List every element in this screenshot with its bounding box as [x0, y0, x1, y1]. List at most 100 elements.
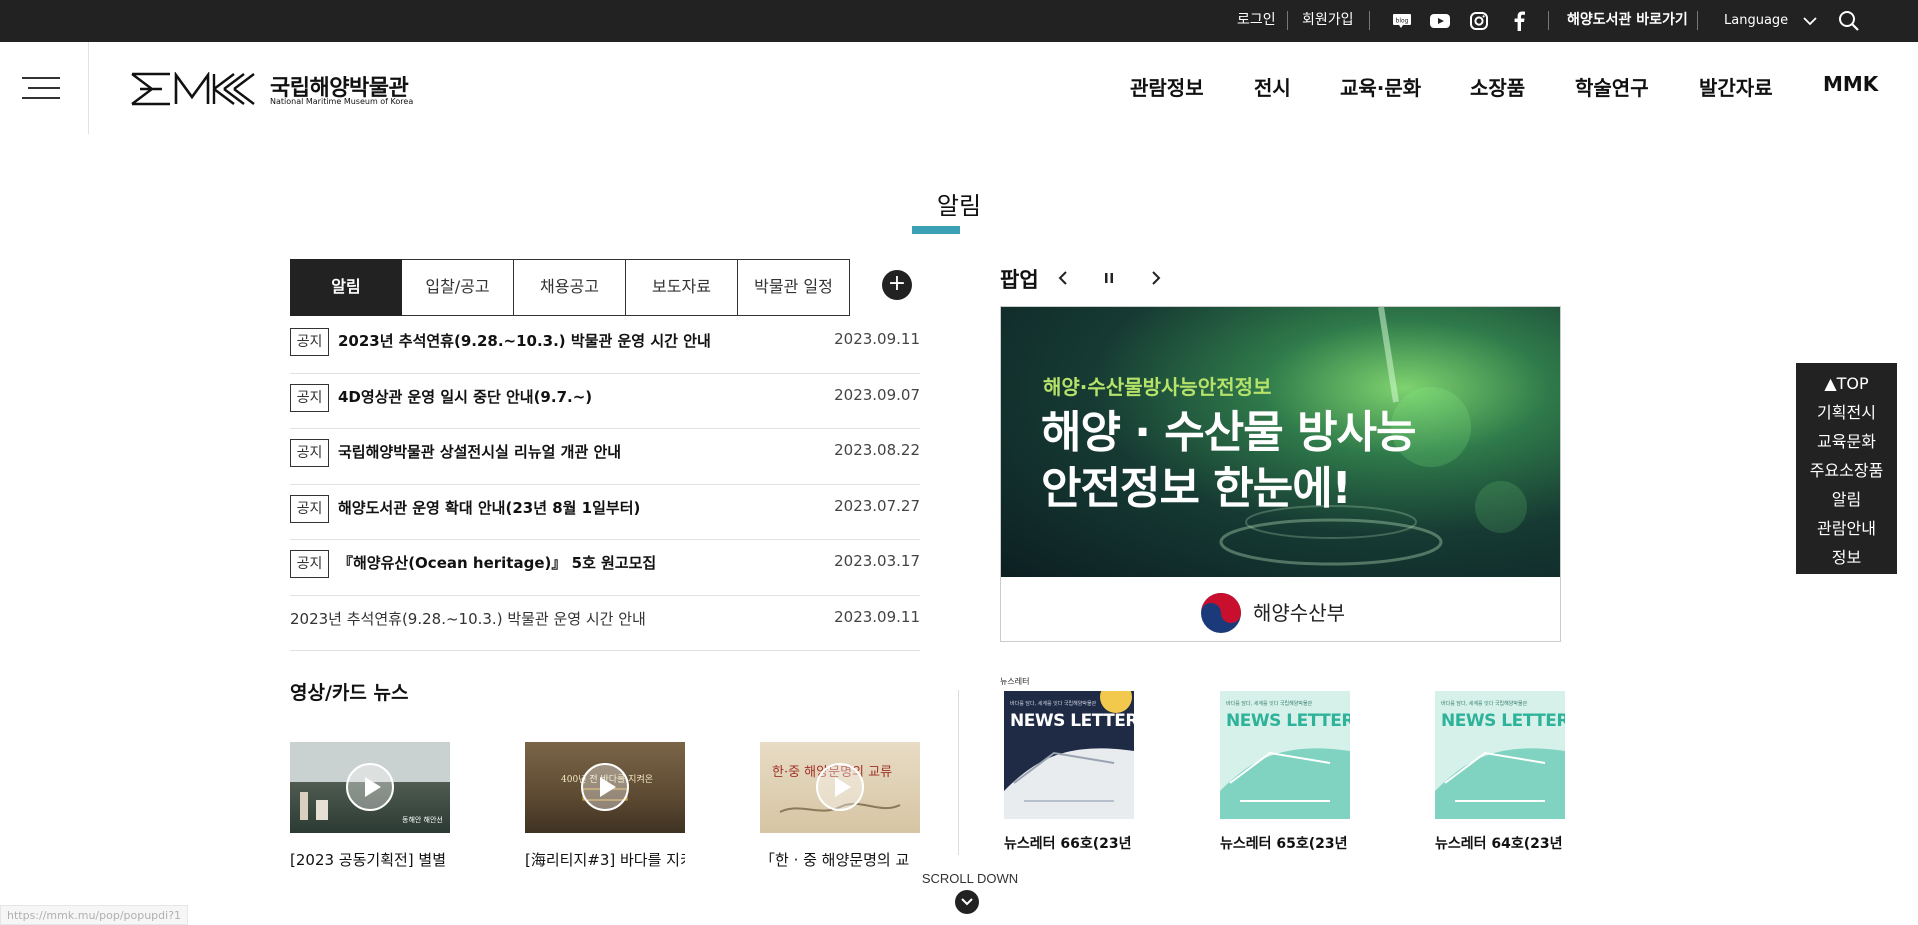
quick-item-info[interactable]: 정보	[1796, 543, 1897, 572]
chevron-left-icon[interactable]	[1051, 266, 1075, 290]
museum-building-art	[1220, 748, 1350, 819]
popup-label: 팝업	[1000, 268, 1039, 292]
tab-schedule[interactable]: 박물관 일정	[738, 259, 850, 316]
banner-line-1: 해양 · 수산물 방사능	[1041, 407, 1417, 458]
tab-press[interactable]: 보도자료	[626, 259, 738, 316]
popup-banner[interactable]: 해양·수산물방사능안전정보 해양 · 수산물 방사능 안전정보 한눈에! 해양수…	[1000, 306, 1561, 642]
login-link[interactable]: 로그인	[1237, 0, 1276, 42]
divider	[1287, 11, 1288, 30]
nav-education-culture[interactable]: 교육·문화	[1340, 72, 1421, 101]
youtube-icon[interactable]	[1429, 10, 1451, 32]
nav-collection[interactable]: 소장품	[1470, 72, 1525, 101]
notice-badge: 공지	[290, 328, 329, 356]
museum-building-art	[1004, 691, 1134, 819]
notice-badge: 공지	[290, 550, 329, 578]
notice-badge: 공지	[290, 439, 329, 467]
notice-title[interactable]: 2023년 추석연휴(9.28.~10.3.) 박물관 운영 시간 안내	[338, 330, 711, 351]
divider	[1369, 11, 1370, 30]
site-logo[interactable]: 국립해양박물관 National Maritime Museum of Kore…	[130, 70, 413, 110]
quick-menu: ▲TOP 기획전시 교육문화 주요소장품 알림 관람안내 정보	[1796, 363, 1897, 574]
quick-item-special-exhibition[interactable]: 기획전시	[1796, 398, 1897, 427]
play-icon[interactable]	[816, 763, 864, 811]
header-divider	[88, 42, 89, 134]
notice-badge: 공지	[290, 494, 329, 523]
more-button[interactable]: +	[882, 270, 912, 300]
nav-visit-info[interactable]: 관람정보	[1130, 72, 1204, 101]
notice-badge: 공지	[290, 383, 329, 412]
svg-text:동해안 해안선: 동해안 해안선	[402, 815, 443, 824]
notice-list: 공지 2023년 추석연휴(9.28.~10.3.) 박물관 운영 시간 안내 …	[290, 318, 920, 651]
newsletter-caption[interactable]: 뉴스레터 64호(23년	[1435, 833, 1565, 853]
search-icon[interactable]	[1838, 10, 1860, 32]
divider	[1548, 11, 1549, 30]
language-select[interactable]: Language	[1724, 0, 1788, 42]
notice-title[interactable]: 국립해양박물관 상설전시실 리뉴얼 개관 안내	[338, 441, 621, 462]
chevron-right-icon[interactable]	[1144, 266, 1168, 290]
page-title: 알림	[936, 192, 982, 220]
video-thumbnail: 400년 전 바다를 지켜온	[525, 742, 685, 833]
newsletter-card[interactable]: 바다를 담다, 세계를 잇다 국립해양박물관 NEWS LETTER 뉴스레터 …	[1004, 691, 1134, 853]
svg-text:blog: blog	[1396, 18, 1409, 25]
video-card[interactable]: 한·중 해양문명의 교류 「한 · 중 해양문명의 교	[760, 742, 920, 870]
notice-date: 2023.09.11	[834, 607, 920, 626]
notice-date: 2023.03.17	[834, 552, 920, 570]
notice-row[interactable]: 공지 『해양유산(Ocean heritage)』 5호 원고모집 2023.0…	[290, 540, 920, 596]
video-caption[interactable]: [海리티지#3] 바다를 지키	[525, 849, 685, 870]
newsletter-cover: 바다를 담다, 세계를 잇다 국립해양박물관 NEWS LETTER	[1220, 691, 1350, 819]
newsletter-label: 뉴스레터	[1000, 677, 1030, 686]
blog-icon[interactable]: blog	[1391, 10, 1413, 32]
title-underline	[912, 226, 960, 234]
quick-item-collection[interactable]: 주요소장품	[1796, 456, 1897, 485]
notice-date: 2023.07.27	[834, 496, 920, 515]
quick-item-visit-guide[interactable]: 관람안내	[1796, 514, 1897, 543]
signup-link[interactable]: 회원가입	[1302, 0, 1354, 42]
ministry-name: 해양수산부	[1253, 601, 1345, 625]
newsletter-card[interactable]: 바다를 담다, 세계를 잇다 국립해양박물관 NEWS LETTER 뉴스레터 …	[1435, 691, 1565, 853]
play-icon[interactable]	[346, 763, 394, 811]
notice-title[interactable]: 해양도서관 운영 확대 안내(23년 8월 1일부터)	[338, 497, 640, 518]
hamburger-menu-icon[interactable]	[22, 77, 60, 101]
library-link[interactable]: 해양도서관 바로가기	[1567, 0, 1688, 42]
chevron-down-icon[interactable]	[1799, 10, 1821, 32]
notice-row[interactable]: 공지 해양도서관 운영 확대 안내(23년 8월 1일부터) 2023.07.2…	[290, 485, 920, 540]
utility-bar: 로그인 회원가입 blog 해양도서관 바로가기 Language	[0, 0, 1918, 42]
tab-recruit[interactable]: 채용공고	[514, 259, 626, 316]
notice-date: 2023.08.22	[834, 441, 920, 459]
notice-row[interactable]: 공지 4D영상관 운영 일시 중단 안내(9.7.~) 2023.09.07	[290, 374, 920, 429]
newsletter-caption[interactable]: 뉴스레터 66호(23년	[1004, 833, 1134, 853]
nav-mmk[interactable]: MMK	[1823, 72, 1878, 96]
notice-title[interactable]: 『해양유산(Ocean heritage)』 5호 원고모집	[338, 552, 656, 573]
video-card[interactable]: 400년 전 바다를 지켜온 [海리티지#3] 바다를 지키	[525, 742, 685, 870]
quick-item-notice[interactable]: 알림	[1796, 485, 1897, 514]
newsletter-cover: 바다를 담다, 세계를 잇다 국립해양박물관 NEWS LETTER	[1004, 691, 1134, 819]
notice-row[interactable]: 2023년 추석연휴(9.28.~10.3.) 박물관 운영 시간 안내 202…	[290, 596, 920, 651]
nav-research[interactable]: 학술연구	[1575, 72, 1649, 101]
video-caption[interactable]: 「한 · 중 해양문명의 교	[760, 849, 920, 870]
banner-line-2: 안전정보 한눈에!	[1041, 463, 1352, 514]
divider	[1697, 11, 1698, 30]
video-card[interactable]: 동해안 해안선 [2023 공동기획전] 별별	[290, 742, 450, 870]
section-divider	[958, 690, 959, 855]
quick-top-button[interactable]: ▲TOP	[1796, 369, 1897, 398]
notice-row[interactable]: 공지 국립해양박물관 상설전시실 리뉴얼 개관 안내 2023.08.22	[290, 429, 920, 485]
facebook-icon[interactable]	[1508, 10, 1530, 32]
tab-bid[interactable]: 입찰/공고	[402, 259, 514, 316]
instagram-icon[interactable]	[1468, 10, 1490, 32]
banner-headline: 해양 · 수산물 방사능 안전정보 한눈에!	[1041, 405, 1417, 517]
quick-item-education[interactable]: 교육문화	[1796, 427, 1897, 456]
notice-row[interactable]: 공지 2023년 추석연휴(9.28.~10.3.) 박물관 운영 시간 안내 …	[290, 318, 920, 374]
notice-title[interactable]: 4D영상관 운영 일시 중단 안내(9.7.~)	[338, 386, 592, 407]
notice-title[interactable]: 2023년 추석연휴(9.28.~10.3.) 박물관 운영 시간 안내	[290, 608, 646, 629]
pause-icon[interactable]	[1097, 266, 1121, 290]
tab-notice[interactable]: 알림	[290, 259, 402, 316]
video-news-title: 영상/카드 뉴스	[290, 682, 409, 704]
nav-exhibition[interactable]: 전시	[1254, 72, 1291, 101]
newsletter-card[interactable]: 바다를 담다, 세계를 잇다 국립해양박물관 NEWS LETTER 뉴스레터 …	[1220, 691, 1350, 853]
play-icon[interactable]	[581, 763, 629, 811]
video-caption[interactable]: [2023 공동기획전] 별별	[290, 849, 450, 870]
newsletter-cover: 바다를 담다, 세계를 잇다 국립해양박물관 NEWS LETTER	[1435, 691, 1565, 819]
scroll-down-button[interactable]	[955, 890, 979, 914]
nav-publications[interactable]: 발간자료	[1699, 72, 1773, 101]
newsletter-caption[interactable]: 뉴스레터 65호(23년	[1220, 833, 1350, 853]
status-bar-url: https://mmk.mu/pop/popupdi?1	[0, 905, 189, 925]
